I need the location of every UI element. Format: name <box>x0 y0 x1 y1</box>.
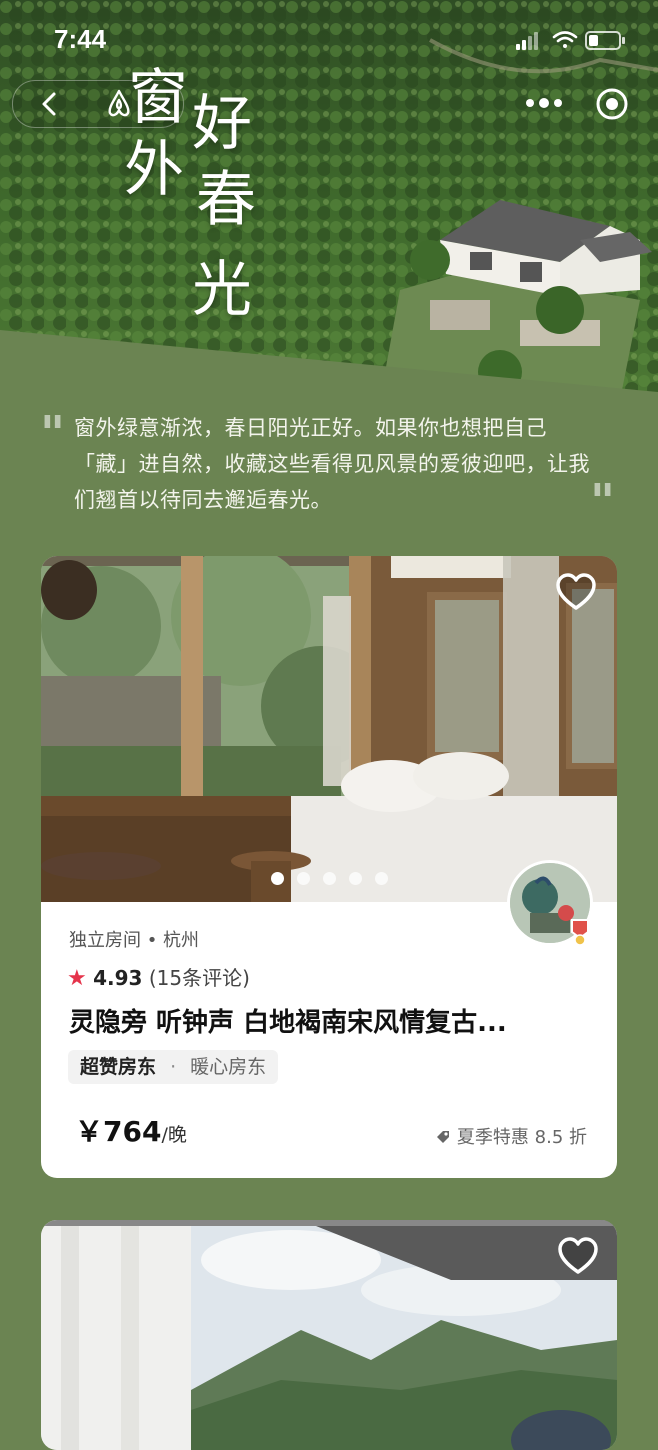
price-tag-icon <box>436 1131 449 1143</box>
hero-title-char: 窗 <box>128 63 188 133</box>
listing-card[interactable]: 独立房间 • 杭州 ★ 4.93 (15条评论) 灵隐旁 听钟声 白地褐南宋风情… <box>41 556 617 1178</box>
rating-score: 4.93 <box>93 966 143 990</box>
promo-text: 夏季特惠 8.5 折 <box>456 1127 587 1148</box>
pagination-dot[interactable] <box>323 872 336 885</box>
favorite-heart-icon[interactable] <box>557 1236 599 1278</box>
battery-icon <box>585 31 625 50</box>
wifi-icon <box>552 31 578 48</box>
pagination-dot[interactable] <box>375 872 388 885</box>
warm-host-tag: 暖心房东 <box>190 1056 267 1078</box>
listing-type-location: 独立房间 • 杭州 <box>69 930 200 951</box>
signal-icon <box>516 32 538 50</box>
review-count[interactable]: (15条评论) <box>149 966 250 990</box>
status-time: 7:44 <box>54 24 107 54</box>
listing-photo[interactable] <box>41 556 617 902</box>
hero-title-char: 外 <box>124 135 184 205</box>
listing-title[interactable]: 灵隐旁 听钟声 白地褐南宋风情复古... <box>69 1002 599 1039</box>
listing-rating: ★ 4.93 (15条评论) <box>67 962 250 992</box>
listing-price: ￥764/晚 <box>75 1110 187 1150</box>
star-icon: ★ <box>67 966 87 991</box>
status-bar: 7:44 <box>0 0 658 80</box>
tag-separator: · <box>170 1056 177 1078</box>
back-button[interactable] <box>30 84 70 124</box>
status-icons <box>516 31 625 50</box>
superhost-badge-icon <box>571 919 589 946</box>
quote-close-mark: " <box>590 474 616 530</box>
host-tags: 超赞房东 · 暖心房东 <box>68 1050 279 1084</box>
photo-pagination-dots <box>271 872 391 886</box>
intro-text: 窗外绿意渐浓，春日阳光正好。如果你也想把自己「藏」进自然，收藏这些看得见风景的爱… <box>74 416 590 512</box>
listing-card[interactable] <box>41 1220 617 1450</box>
price-unit: /晚 <box>161 1124 187 1146</box>
promo-label: 夏季特惠 8.5 折 <box>435 1123 587 1149</box>
pagination-dot[interactable] <box>349 872 362 885</box>
pagination-dot-active[interactable] <box>271 872 284 885</box>
close-miniprogram-button[interactable] <box>594 86 630 122</box>
hero-banner: 7:44 窗 好 外 春 光 <box>0 0 658 420</box>
listing-photo[interactable] <box>41 1220 617 1450</box>
price-currency: ￥ <box>75 1115 104 1148</box>
hero-title-char: 好 <box>192 89 252 159</box>
pagination-dot[interactable] <box>297 872 310 885</box>
hero-title-char: 光 <box>192 255 252 325</box>
favorite-heart-icon[interactable] <box>555 572 597 614</box>
hero-title-char: 春 <box>196 165 256 235</box>
more-options-button[interactable] <box>522 88 566 118</box>
price-amount: 764 <box>103 1115 162 1148</box>
quote-open-mark: " <box>40 406 66 462</box>
superhost-tag: 超赞房东 <box>80 1056 157 1078</box>
hero-title: 窗 好 外 春 光 <box>120 60 280 340</box>
